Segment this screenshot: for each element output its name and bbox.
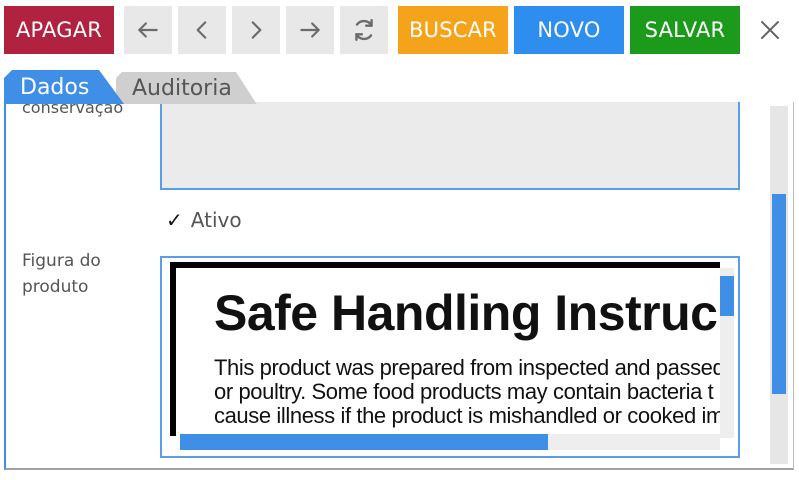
refresh-icon	[355, 19, 373, 41]
first-record-button[interactable]	[124, 6, 172, 54]
figura-label: Figura do produto	[22, 251, 101, 297]
toolbar: APAGAR BUSCAR NOVO SALVAR	[0, 0, 799, 62]
panel-vertical-scrollbar[interactable]	[770, 106, 788, 464]
close-button[interactable]	[746, 6, 794, 54]
image-title-text: Safe Handling Instruc	[214, 285, 718, 341]
conservacao-textarea[interactable]	[160, 102, 740, 190]
conservacao-label: conservação	[22, 102, 124, 117]
last-record-button[interactable]	[286, 6, 334, 54]
ativo-checkbox[interactable]: ✓ Ativo	[166, 206, 242, 234]
ativo-label: Ativo	[190, 208, 242, 232]
image-line: cause illness if the product is mishandl…	[214, 403, 720, 428]
checkmark-icon: ✓	[166, 208, 183, 232]
new-button[interactable]: NOVO	[514, 6, 624, 54]
arrow-right-icon	[300, 22, 320, 38]
chevron-right-icon	[251, 21, 262, 39]
arrow-left-icon	[138, 22, 158, 38]
image-vertical-scrollbar[interactable]	[720, 268, 734, 438]
product-image-viewer[interactable]: Safe Handling Instruc This product was p…	[160, 256, 740, 458]
delete-button[interactable]: APAGAR	[4, 6, 114, 54]
refresh-button[interactable]	[340, 6, 388, 54]
form-panel: conservação ✓ Ativo Figura do produto Sa…	[4, 102, 794, 470]
image-vertical-scroll-thumb[interactable]	[720, 276, 734, 316]
chevron-left-icon	[196, 21, 207, 39]
image-horizontal-scroll-thumb[interactable]	[180, 434, 548, 450]
search-button[interactable]: BUSCAR	[398, 6, 508, 54]
close-icon	[761, 21, 779, 39]
panel-vertical-scroll-thumb[interactable]	[772, 194, 786, 394]
previous-record-button[interactable]	[178, 6, 226, 54]
product-image: Safe Handling Instruc This product was p…	[170, 262, 720, 436]
save-button[interactable]: SALVAR	[630, 6, 740, 54]
next-record-button[interactable]	[232, 6, 280, 54]
image-body-text: This product was prepared from inspected…	[214, 356, 720, 428]
tab-dados[interactable]: Dados	[4, 70, 124, 104]
tab-bar: Dados Auditoria	[0, 68, 799, 104]
tab-auditoria[interactable]: Auditoria	[116, 72, 258, 104]
image-line: This product was prepared from inspected…	[214, 355, 720, 380]
image-line: or poultry. Some food products may conta…	[214, 379, 714, 404]
image-horizontal-scrollbar[interactable]	[180, 434, 720, 450]
